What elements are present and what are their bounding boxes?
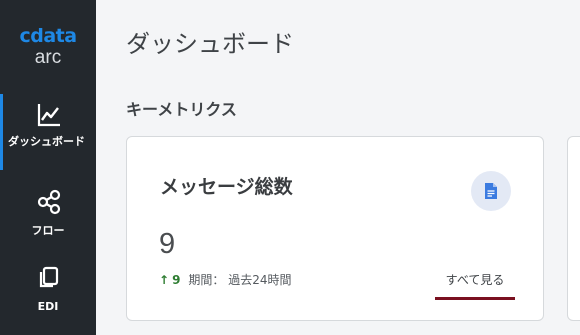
metric-card-total-messages: メッセージ総数 9 ↑ 9 期間： 過去24時間 すべて見る: [126, 136, 544, 321]
sidebar-item-edi[interactable]: EDI: [0, 262, 96, 322]
arrow-up-icon: ↑: [159, 273, 170, 287]
logo-mark: cdata: [19, 25, 77, 47]
page-title: ダッシュボード: [126, 30, 294, 58]
sidebar-item-label: ダッシュボード: [8, 135, 85, 148]
section-title: キーメトリクス: [126, 100, 237, 119]
sidebar-item-label: フロー: [31, 224, 65, 237]
line-chart-icon: [37, 104, 60, 127]
document-icon: [471, 171, 511, 211]
logo-subtitle: arc: [34, 47, 62, 68]
trend-row: ↑ 9 期間： 過去24時間: [159, 271, 292, 288]
trend-count: 9: [172, 273, 181, 287]
copy-documents-icon: [39, 266, 59, 288]
metric-value: 9: [159, 228, 176, 260]
metric-card-next: [567, 136, 580, 321]
see-all-link[interactable]: すべて見る: [435, 271, 515, 300]
card-title: メッセージ総数: [160, 176, 293, 198]
sidebar-item-flow[interactable]: フロー: [0, 186, 96, 246]
sidebar: cdata arc ダッシュボード フロー EDI: [0, 0, 96, 335]
sidebar-item-label: EDI: [37, 300, 59, 313]
app-logo[interactable]: cdata arc: [0, 26, 96, 68]
share-nodes-icon: [37, 189, 61, 215]
period-label: 期間： 過去24時間: [188, 273, 292, 287]
sidebar-item-dashboard[interactable]: ダッシュボード: [0, 94, 96, 170]
